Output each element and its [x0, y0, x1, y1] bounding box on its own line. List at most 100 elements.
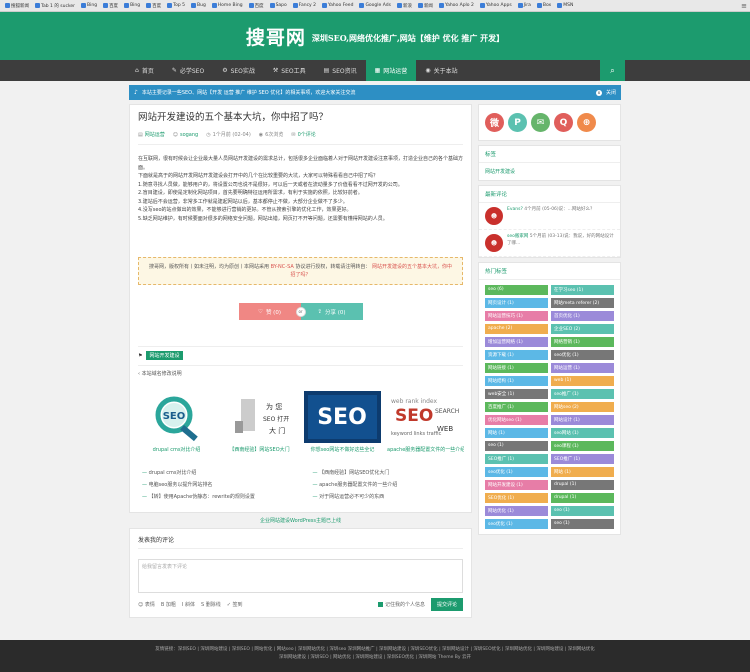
related-link[interactable]: apache服务器配置文件的一些介绍 — [313, 481, 464, 488]
prev-post-link[interactable]: 本站域名修改说明 — [142, 371, 182, 377]
related-post[interactable]: 为 您 SEO 打开大 门【西南经验】网站SEO大门 — [221, 391, 298, 453]
bookmark-item[interactable]: 百度 — [144, 3, 163, 9]
nav-item-2[interactable]: ⚙ SEO实战 — [213, 60, 264, 81]
close-icon[interactable]: x — [595, 89, 602, 96]
bookmark-item[interactable]: Yahoo Apps — [478, 3, 514, 8]
share-button[interactable]: ⇪ 分享 (0) — [300, 303, 363, 320]
submit-comment-button[interactable]: 提交评论 — [430, 598, 463, 611]
remember-checkbox[interactable]: 记住我的个人信息 — [377, 601, 425, 608]
bookmark-item[interactable]: Home Bing — [210, 3, 245, 8]
tag-cloud-item[interactable]: SEO推广 (1) — [485, 454, 548, 464]
tag-cloud-item[interactable]: seo课程 (1) — [551, 441, 614, 451]
bookmark-item[interactable]: Tab 1 的 sucker — [33, 3, 77, 9]
comment-tool[interactable]: S 删除线 — [201, 601, 221, 608]
tag-cloud-item[interactable]: seo优化 (1) — [551, 350, 614, 360]
commenter-name[interactable]: seo搬家网 — [507, 234, 528, 239]
tags-widget-link[interactable]: 网站开发建设 — [485, 169, 515, 175]
tag-cloud-item[interactable]: web安全 (1) — [485, 389, 548, 399]
qq-icon[interactable]: Q — [554, 113, 573, 132]
tag-cloud-item[interactable]: 网页设计 (1) — [485, 298, 548, 308]
related-link[interactable]: 【西南经验】网站SEO优化大门 — [313, 469, 464, 476]
bookmark-item[interactable]: Google Ads — [357, 3, 393, 8]
bookmark-item[interactable]: Jira — [516, 3, 533, 8]
nav-item-6[interactable]: ◉ 关于本站 — [416, 60, 466, 81]
related-link[interactable]: 电脑seo服务以提升网站排名 — [142, 481, 293, 488]
bookmark-item[interactable]: 搜狐新闻 — [3, 3, 31, 9]
bookmark-item[interactable]: 新闻 — [416, 3, 435, 9]
related-caption[interactable]: 你想seo网站不做好这些全记 — [304, 446, 381, 453]
tag-cloud-item[interactable]: 百度推广 (1) — [485, 402, 548, 412]
tag-cloud-item[interactable]: seo推广 (1) — [551, 389, 614, 399]
related-thumbnail[interactable]: SEO — [304, 391, 381, 443]
related-post[interactable]: web rank index SEO SEARCH keyword links tra… — [387, 391, 464, 453]
weibo-icon[interactable]: 微 — [485, 113, 504, 132]
tag-cloud-item[interactable]: 网站运营 (1) — [551, 363, 614, 373]
ad-banner[interactable]: 企业网站建设WordPress主题已上线 — [129, 517, 472, 524]
tag-cloud-item[interactable]: 在学习seo (1) — [551, 285, 614, 295]
nav-item-1[interactable]: ✎ 必学SEO — [163, 60, 213, 81]
tag-cloud-item[interactable]: 增加运营网络 (1) — [485, 337, 548, 347]
tag-cloud-item[interactable]: web (1) — [551, 376, 614, 386]
tag-cloud-item[interactable]: apache (2) — [485, 324, 548, 334]
site-logo[interactable]: 搜哥网 — [246, 23, 306, 50]
bookmark-item[interactable]: Yahoo Aplo 2 — [437, 3, 476, 8]
tencent-weibo-icon[interactable]: P — [508, 113, 527, 132]
bookmark-item[interactable]: MSN — [555, 3, 575, 8]
bookmark-item[interactable]: Bing — [79, 3, 99, 8]
nav-item-0[interactable]: ⌂ 首页 — [126, 60, 163, 81]
related-caption[interactable]: 【西南经验】网站SEO大门 — [221, 446, 298, 453]
tag-cloud-item[interactable]: 网络营销 (1) — [551, 337, 614, 347]
related-thumbnail[interactable]: SEO — [138, 391, 215, 443]
tag-cloud-item[interactable]: seo (1) — [551, 519, 614, 529]
comment-tool[interactable]: I 斜体 — [182, 601, 195, 608]
related-thumbnail[interactable]: 为 您 SEO 打开大 门 — [221, 391, 298, 443]
menu-icon[interactable]: ≡ — [741, 2, 747, 10]
tag-cloud-item[interactable]: SEO优化 (1) — [485, 493, 548, 503]
tag-cloud-item[interactable]: 网站链接 (1) — [485, 363, 548, 373]
post-comments[interactable]: 0个评论 — [298, 131, 316, 138]
tag-cloud-item[interactable]: drupal (1) — [551, 493, 614, 503]
comment-tool[interactable]: B 加粗 — [161, 601, 176, 608]
bookmark-item[interactable]: Sapo — [268, 3, 289, 8]
bookmark-item[interactable]: Bug — [189, 3, 208, 8]
tag-link[interactable]: 网站开发建设 — [146, 351, 183, 360]
related-post[interactable]: SEO drupal cms对比介绍 — [138, 391, 215, 453]
tag-cloud-item[interactable]: 网站开发建设 (1) — [485, 480, 548, 490]
tag-cloud-item[interactable]: 资源下载 (1) — [485, 350, 548, 360]
related-caption[interactable]: drupal cms对比介绍 — [138, 446, 215, 453]
tag-cloud-item[interactable]: SEO推广 (1) — [551, 454, 614, 464]
bookmark-item[interactable]: Bing — [122, 3, 142, 8]
related-link[interactable]: 【转】使用Apache伪静态：rewrite的规则设置 — [142, 493, 293, 500]
related-thumbnail[interactable]: web rank index SEO SEARCH keyword links tra… — [387, 391, 464, 443]
search-icon[interactable]: ⌕ — [600, 60, 625, 81]
tag-cloud-item[interactable]: seo网站 (1) — [551, 428, 614, 438]
comment-tool[interactable]: ☺ 表情 — [138, 601, 155, 608]
nav-item-3[interactable]: ⚒ SEO工具 — [264, 60, 315, 81]
related-link[interactable]: 对于网站运营必不可少的东西 — [313, 493, 464, 500]
like-button[interactable]: ♡ 赞 (0) — [238, 303, 301, 320]
tag-cloud-item[interactable]: drupal (1) — [551, 480, 614, 490]
tag-cloud-item[interactable]: 网站 (1) — [485, 428, 548, 438]
tag-cloud-item[interactable]: 网站运营技巧 (1) — [485, 311, 548, 321]
recent-comment[interactable]: ☻ seo搬家网 5个月前 (03-13)说：我说，好的网站设计了哪... — [479, 230, 620, 257]
bookmark-item[interactable]: 百度 — [101, 3, 120, 9]
prev-post[interactable]: ‹ 本站域名修改说明 — [138, 365, 463, 381]
tag-cloud-item[interactable]: 网站结构 (1) — [485, 376, 548, 386]
tag-cloud-item[interactable]: seo优化 (1) — [485, 467, 548, 477]
post-category[interactable]: 网站运营 — [145, 131, 165, 138]
rss-icon[interactable]: ⊕ — [577, 113, 596, 132]
bookmark-item[interactable]: Fancy 2 — [291, 3, 318, 8]
bookmark-item[interactable]: Top 5 — [165, 3, 187, 8]
related-post[interactable]: SEO 你想seo网站不做好这些全记 — [304, 391, 381, 453]
tag-cloud-item[interactable]: 优化网站seo (1) — [485, 415, 548, 425]
bookmark-item[interactable]: 百度 — [247, 3, 266, 9]
tag-cloud-item[interactable]: 网站meta referer (2) — [551, 298, 614, 308]
tag-cloud-item[interactable]: seo优化 (1) — [485, 519, 548, 529]
post-author[interactable]: sogang — [180, 132, 198, 138]
tag-cloud-item[interactable]: 网站seo (2) — [551, 402, 614, 412]
bookmark-item[interactable]: Yahoo Feed — [320, 3, 355, 8]
tag-cloud-item[interactable]: 网站 (1) — [551, 467, 614, 477]
related-caption[interactable]: apache服务器配置文件的一些介绍 — [387, 446, 464, 453]
related-link[interactable]: drupal cms对比介绍 — [142, 469, 293, 476]
bookmark-item[interactable]: Box — [535, 3, 553, 8]
